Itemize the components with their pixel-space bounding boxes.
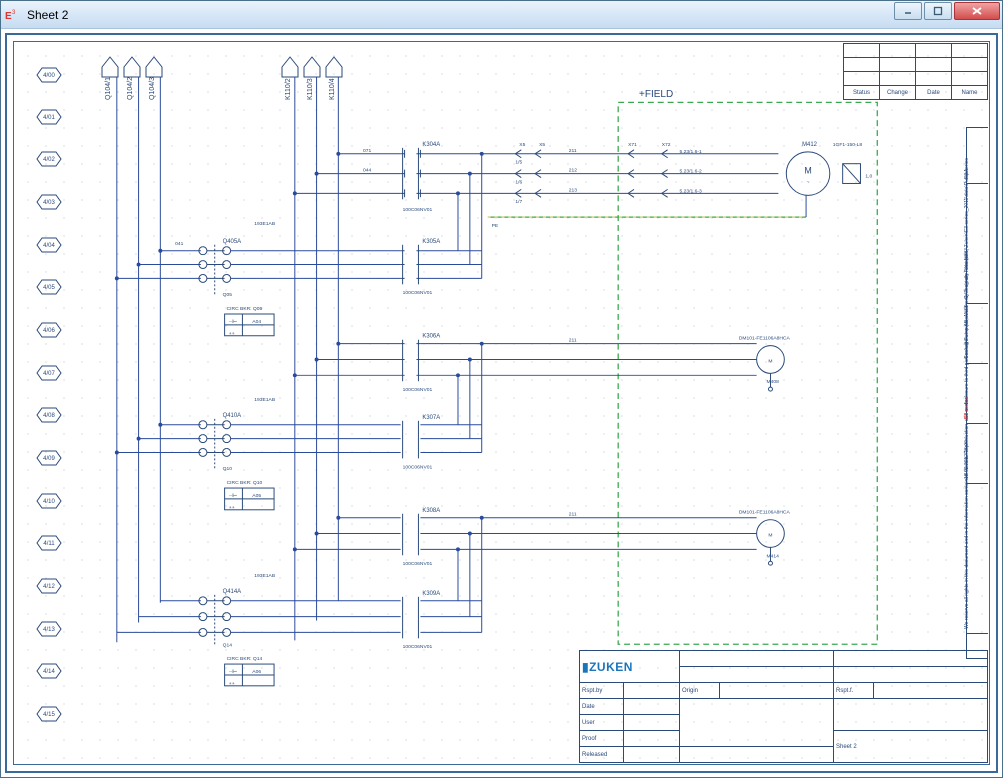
svg-text:193E1AB: 193E1AB <box>254 221 276 227</box>
svg-text:1,0: 1,0 <box>865 174 872 180</box>
svg-text:100C06NV01: 100C06NV01 <box>403 644 433 650</box>
svg-text:⊣⊢: ⊣⊢ <box>229 492 238 499</box>
sheet-frame: 4/00 4/01 4/02 4/03 4/04 4/05 4/06 4/07 … <box>5 33 998 773</box>
titlebar[interactable]: E3 Sheet 2 <box>1 1 1002 29</box>
svg-text:3: 3 <box>12 10 16 16</box>
svg-text:5.23/1.6-2: 5.23/1.6-2 <box>679 169 701 175</box>
group-1: 071 044 K304A 100C06NV01 <box>117 142 873 336</box>
svg-text:100C06NV01: 100C06NV01 <box>403 387 433 393</box>
svg-text:071: 071 <box>363 148 371 154</box>
svg-text:DM101-FE1106A8HCA: DM101-FE1106A8HCA <box>739 336 791 342</box>
svg-text:⫠⫠: ⫠⫠ <box>229 331 235 336</box>
svg-text:A06: A06 <box>252 669 261 675</box>
svg-text:K305A: K305A <box>422 239 440 245</box>
svg-text:X5: X5 <box>539 142 545 148</box>
svg-text:DM101-FE1106A8HCA: DM101-FE1106A8HCA <box>739 510 791 516</box>
motor-m412: M ~ M412 1GF1-150-L8 1,0 <box>786 142 872 195</box>
svg-text:Q410A: Q410A <box>223 413 241 419</box>
svg-text:5.23/1.6-1: 5.23/1.6-1 <box>679 149 701 155</box>
switch-q405a: Q405A 193E1AB Q05 <box>199 221 276 298</box>
svg-text:A04: A04 <box>252 319 261 325</box>
svg-text:1GF1-150-L8: 1GF1-150-L8 <box>833 142 863 148</box>
svg-text:CIRC BKR: Q14: CIRC BKR: Q14 <box>227 656 263 662</box>
contactor-k309a: K309A 100C06NV01 <box>403 591 441 650</box>
svg-text:041: 041 <box>175 241 183 247</box>
svg-text:M: M <box>768 358 772 364</box>
svg-text:211: 211 <box>569 338 577 344</box>
breaker-q14: CIRC BKR: Q14 A06 ⊣⊢ ⫠⫠ <box>225 656 274 686</box>
contactor-k306a: K306A 100C06NV01 <box>401 334 441 393</box>
svg-text:1/6: 1/6 <box>515 179 522 185</box>
window-title: Sheet 2 <box>27 8 68 22</box>
svg-text:211: 211 <box>569 512 577 518</box>
svg-text:193E1AB: 193E1AB <box>254 573 276 579</box>
svg-text:⫠⫠: ⫠⫠ <box>229 681 235 686</box>
svg-text:K307A: K307A <box>422 415 440 421</box>
svg-text:PE: PE <box>492 223 499 229</box>
side-info: E3.series C:\Program Files (x86)\Zuken\E… <box>966 127 988 659</box>
svg-text:213: 213 <box>569 187 577 193</box>
svg-text:X72: X72 <box>662 142 671 148</box>
svg-text:K306A: K306A <box>422 334 440 340</box>
svg-text:100C06NV01: 100C06NV01 <box>403 207 433 213</box>
svg-text:⫠⫠: ⫠⫠ <box>229 505 235 510</box>
switch-q414a: Q414A 193E1AB Q14 <box>199 573 276 648</box>
svg-text:E: E <box>5 11 12 22</box>
svg-text:1/5: 1/5 <box>515 160 522 166</box>
svg-text:X5: X5 <box>519 142 525 148</box>
contactor-k304a: K304A 100C06NV01 <box>401 142 441 213</box>
svg-text:CIRC BKR: Q10: CIRC BKR: Q10 <box>227 480 263 486</box>
app-window: E3 Sheet 2 4/00 4/01 4/02 4/03 4/04 4/05… <box>0 0 1003 778</box>
svg-text:CIRC BKR: Q05: CIRC BKR: Q05 <box>227 306 263 312</box>
svg-text:Q414A: Q414A <box>223 589 241 595</box>
drawing-canvas[interactable]: 4/00 4/01 4/02 4/03 4/04 4/05 4/06 4/07 … <box>19 47 984 759</box>
svg-text:100C06NV01: 100C06NV01 <box>403 561 433 567</box>
svg-text:5.23/1.6-3: 5.23/1.6-3 <box>679 188 701 194</box>
field-boundary <box>618 102 877 644</box>
close-button[interactable] <box>954 2 1000 20</box>
svg-text:⊣⊢: ⊣⊢ <box>229 668 238 675</box>
contactor-k305a: K305A 100C06NV01 <box>401 239 441 296</box>
svg-text:M408: M408 <box>767 379 780 385</box>
switch-q410a: Q410A 193E1AB Q10 <box>199 397 276 472</box>
maximize-button[interactable] <box>924 2 952 20</box>
group-2: K306A 100C06NV01 211 M <box>117 334 791 510</box>
svg-text:M: M <box>768 533 772 539</box>
svg-text:211: 211 <box>569 148 577 154</box>
svg-text:044: 044 <box>363 168 371 174</box>
svg-text:100C06NV01: 100C06NV01 <box>403 290 433 296</box>
svg-text:A05: A05 <box>252 493 261 499</box>
zuken-logo: ▮ZUKEN <box>582 660 633 674</box>
svg-text:K309A: K309A <box>422 591 440 597</box>
svg-text:212: 212 <box>569 168 577 174</box>
titleblock: ▮ZUKEN Rspt.byOriginRspt.f. Date User Pr… <box>579 650 988 763</box>
svg-text:Q14: Q14 <box>223 642 233 648</box>
minimize-button[interactable] <box>894 2 922 20</box>
svg-text:K304A: K304A <box>422 142 440 148</box>
svg-text:100C06NV01: 100C06NV01 <box>403 464 433 470</box>
breaker-q10: CIRC BKR: Q10 A05 ⊣⊢ ⫠⫠ <box>225 480 274 510</box>
breaker-q05: CIRC BKR: Q05 A04 ⊣⊢ ⫠⫠ <box>225 306 274 336</box>
svg-text:Q405A: Q405A <box>223 239 241 245</box>
svg-text:1/7: 1/7 <box>515 199 522 205</box>
svg-text:Q05: Q05 <box>223 292 233 298</box>
svg-text:Q10: Q10 <box>223 466 233 472</box>
contactor-k308a: K308A 100C06NV01 <box>403 508 441 567</box>
svg-text:X71: X71 <box>628 142 637 148</box>
client-area: 4/00 4/01 4/02 4/03 4/04 4/05 4/06 4/07 … <box>1 29 1002 777</box>
svg-text:M: M <box>804 166 811 176</box>
svg-text:K308A: K308A <box>422 508 440 514</box>
svg-text:~: ~ <box>807 180 810 185</box>
contactor-k307a: K307A 100C06NV01 <box>403 415 441 470</box>
svg-text:⊣⊢: ⊣⊢ <box>229 318 238 325</box>
svg-text:M414: M414 <box>767 553 780 559</box>
app-icon: E3 <box>5 7 21 23</box>
svg-text:M412: M412 <box>802 142 817 148</box>
svg-text:193E1AB: 193E1AB <box>254 397 276 403</box>
